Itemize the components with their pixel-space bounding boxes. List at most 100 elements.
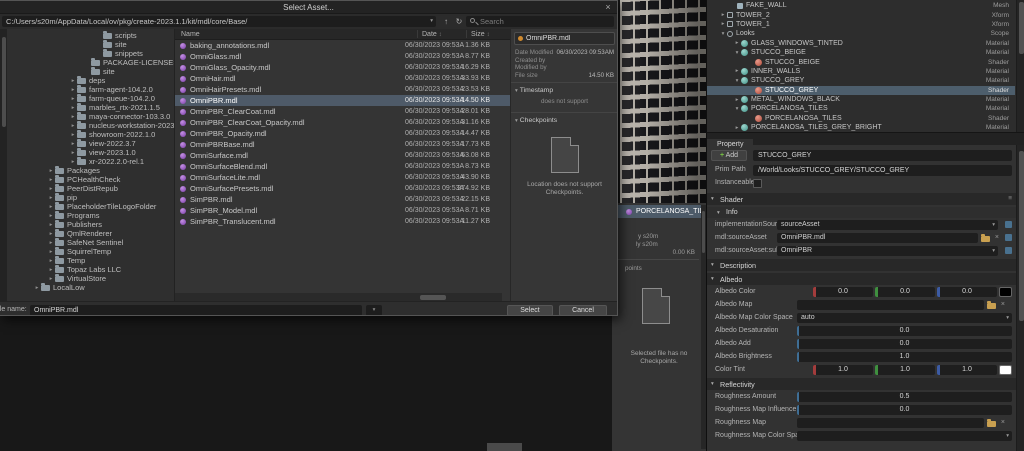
scrollbar-thumb[interactable] bbox=[1, 37, 6, 127]
file-type-dropdown[interactable]: ▾ bbox=[366, 304, 382, 315]
expand-arrow-icon[interactable]: ▸ bbox=[47, 168, 55, 174]
file-row[interactable]: OmniSurface.mdl 06/30/2023 09:53A 63.08 … bbox=[175, 150, 510, 161]
color-tint-g[interactable]: 1.0 bbox=[875, 364, 935, 375]
chevron-down-icon[interactable]: ▾ bbox=[430, 16, 433, 27]
expand-arrow-icon[interactable]: ▸ bbox=[47, 258, 55, 264]
folder-tree-item[interactable]: ▸ farm-queue-104.2.0 bbox=[7, 93, 174, 103]
property-scrollbar[interactable] bbox=[1016, 145, 1024, 451]
expand-arrow-icon[interactable]: ▾ bbox=[733, 50, 741, 56]
expand-arrow-icon[interactable]: ▸ bbox=[33, 285, 41, 291]
roughness-amount-slider[interactable]: 0.5 bbox=[797, 391, 1012, 402]
section-reflectivity[interactable]: ▾ Reflectivity bbox=[707, 378, 1024, 390]
folder-tree-item[interactable]: ▸ Packages bbox=[7, 165, 174, 175]
clear-icon[interactable]: × bbox=[995, 234, 999, 242]
file-row[interactable]: OmniPBR_ClearCoat_Opacity.mdl 06/30/2023… bbox=[175, 117, 510, 128]
folder-tree-item[interactable]: ▸ PlaceholderTileLogoFolder bbox=[7, 201, 174, 211]
column-header-name[interactable]: Name bbox=[181, 31, 200, 38]
folder-tree-item[interactable]: ▸ Topaz Labs LLC bbox=[7, 264, 174, 274]
column-header-size[interactable]: Size ↕ bbox=[471, 31, 490, 38]
file-row[interactable]: OmniPBR.mdl 06/30/2023 09:53A 14.50 KB bbox=[175, 95, 510, 106]
dialog-titlebar[interactable]: Select Asset... × bbox=[0, 1, 617, 14]
file-row[interactable]: OmniPBRBase.mdl 06/30/2023 09:53A 17.73 … bbox=[175, 139, 510, 150]
add-button[interactable]: + Add bbox=[711, 150, 747, 161]
expand-arrow-icon[interactable]: ▸ bbox=[47, 177, 55, 183]
file-row[interactable]: OmniPBR_Opacity.mdl 06/30/2023 09:53A 14… bbox=[175, 128, 510, 139]
expand-arrow-icon[interactable]: ▸ bbox=[69, 141, 77, 147]
albedo-map-color-space-combo[interactable]: auto ▾ bbox=[797, 312, 1012, 323]
tree-scrollbar[interactable] bbox=[0, 29, 7, 301]
expand-arrow-icon[interactable]: ▸ bbox=[733, 68, 741, 74]
stage-row[interactable]: PORCELANOSA_TILES Shader bbox=[707, 114, 1015, 123]
subsection-info[interactable]: ▾ Info bbox=[707, 207, 1024, 218]
expand-arrow-icon[interactable]: ▸ bbox=[47, 222, 55, 228]
scrollbar-thumb[interactable] bbox=[420, 294, 446, 300]
folder-tree-item[interactable]: ▸ maya-connector-103.3.0 bbox=[7, 111, 174, 121]
scrollbar-thumb[interactable] bbox=[702, 211, 705, 253]
stage-row[interactable]: ▸ GLASS_WINDOWS_TINTED Material bbox=[707, 39, 1015, 48]
expand-arrow-icon[interactable]: ▸ bbox=[69, 78, 77, 84]
roughness-map-field[interactable] bbox=[797, 417, 984, 428]
expand-arrow-icon[interactable]: ▸ bbox=[47, 249, 55, 255]
stage-row[interactable]: ▾ PORCELANOSA_TILES Material bbox=[707, 104, 1015, 113]
expand-arrow-icon[interactable]: ▸ bbox=[719, 12, 727, 18]
stage-row[interactable]: FAKE_WALL Mesh bbox=[707, 1, 1015, 10]
albedo-color-r[interactable]: 0.0 bbox=[813, 286, 873, 297]
attribute-state-square[interactable] bbox=[1005, 234, 1012, 241]
detail-file-chip[interactable]: OmniPBR.mdl bbox=[514, 32, 615, 45]
expand-arrow-icon[interactable]: ▸ bbox=[69, 105, 77, 111]
stage-row[interactable]: ▸ PORCELANOSA_TILES_GREY_BRIGHT Material bbox=[707, 123, 1015, 132]
stage-row[interactable]: ▸ TOWER_2 Xform bbox=[707, 10, 1015, 19]
attribute-state-square[interactable] bbox=[1005, 247, 1012, 254]
color-tint-r[interactable]: 1.0 bbox=[813, 364, 873, 375]
folder-tree-item[interactable]: snippets bbox=[7, 48, 174, 58]
folder-tree-item[interactable]: ▸ pip bbox=[7, 192, 174, 202]
roughness-map-influence-slider[interactable]: 0.0 bbox=[797, 404, 1012, 415]
viewport[interactable] bbox=[612, 0, 707, 203]
folder-tree-item[interactable]: site bbox=[7, 66, 174, 76]
section-albedo[interactable]: ▾ Albedo bbox=[707, 273, 1024, 285]
albedo-color-b[interactable]: 0.0 bbox=[937, 286, 997, 297]
folder-tree-item[interactable]: ▸ VirtualStore bbox=[7, 273, 174, 283]
expand-arrow-icon[interactable]: ▸ bbox=[47, 231, 55, 237]
file-row[interactable]: OmniGlass.mdl 06/30/2023 09:53A 8.77 KB bbox=[175, 51, 510, 62]
section-shader[interactable]: ▾ Shader ≡ bbox=[707, 193, 1024, 205]
folder-tree-item[interactable]: ▸ PCHealthCheck bbox=[7, 174, 174, 184]
select-button[interactable]: Select bbox=[507, 304, 553, 315]
file-row[interactable]: OmniGlass_Opacity.mdl 06/30/2023 09:53A … bbox=[175, 62, 510, 73]
folder-tree-item[interactable]: site bbox=[7, 39, 174, 49]
folder-tree-item[interactable]: ▸ SafeNet Sentinel bbox=[7, 237, 174, 247]
color-tint-b[interactable]: 1.0 bbox=[937, 364, 997, 375]
attribute-state-square[interactable] bbox=[1005, 221, 1012, 228]
expand-arrow-icon[interactable]: ▸ bbox=[47, 195, 55, 201]
expand-arrow-icon[interactable]: ▸ bbox=[69, 96, 77, 102]
section-menu-icon[interactable]: ≡ bbox=[1008, 195, 1012, 202]
mdl-source-asset-field[interactable]: OmniPBR.mdl bbox=[777, 232, 978, 243]
folder-tree-item[interactable]: ▸ showroom-2022.1.0 bbox=[7, 129, 174, 139]
expand-arrow-icon[interactable]: ▸ bbox=[47, 240, 55, 246]
expand-arrow-icon[interactable]: ▸ bbox=[719, 21, 727, 27]
expand-arrow-icon[interactable]: ▸ bbox=[69, 87, 77, 93]
folder-tree-item[interactable]: ▸ LocalLow bbox=[7, 282, 174, 292]
scrollbar-thumb[interactable] bbox=[1018, 151, 1024, 321]
section-description[interactable]: ▾ Description bbox=[707, 259, 1024, 271]
checkpoints-section-header[interactable]: ▾ Checkpoints bbox=[511, 116, 617, 125]
expand-arrow-icon[interactable]: ▸ bbox=[69, 159, 77, 165]
file-row[interactable]: SimPBR_Model.mdl 06/30/2023 09:53A 8.71 … bbox=[175, 205, 510, 216]
file-row[interactable]: SimPBR_Translucent.mdl 06/30/2023 09:53A… bbox=[175, 216, 510, 227]
folder-tree-item[interactable]: ▸ view-2022.3.7 bbox=[7, 138, 174, 148]
folder-tree-item[interactable]: ▸ Temp bbox=[7, 255, 174, 265]
folder-tree-item[interactable]: scripts bbox=[7, 30, 174, 40]
file-row[interactable]: OmniHairPresets.mdl 06/30/2023 09:53A 23… bbox=[175, 84, 510, 95]
roughness-map-color-space-combo[interactable]: ▾ bbox=[797, 430, 1012, 441]
albedo-color-g[interactable]: 0.0 bbox=[875, 286, 935, 297]
expand-arrow-icon[interactable]: ▸ bbox=[69, 114, 77, 120]
mdl-subidentifier-combo[interactable]: OmniPBR ▾ bbox=[777, 245, 998, 256]
folder-tree-item[interactable]: ▸ deps bbox=[7, 75, 174, 85]
folder-tree-item[interactable]: ▸ Programs bbox=[7, 210, 174, 220]
scrollbar-thumb[interactable] bbox=[1018, 2, 1024, 54]
selected-prim-field[interactable]: STUCCO_GREY bbox=[753, 150, 1012, 161]
expand-arrow-icon[interactable]: ▸ bbox=[47, 276, 55, 282]
folder-tree-item[interactable]: ▸ QmlRenderer bbox=[7, 228, 174, 238]
expand-arrow-icon[interactable]: ▾ bbox=[733, 78, 741, 84]
folder-tree-item[interactable]: PACKAGE-LICENSES bbox=[7, 57, 174, 67]
